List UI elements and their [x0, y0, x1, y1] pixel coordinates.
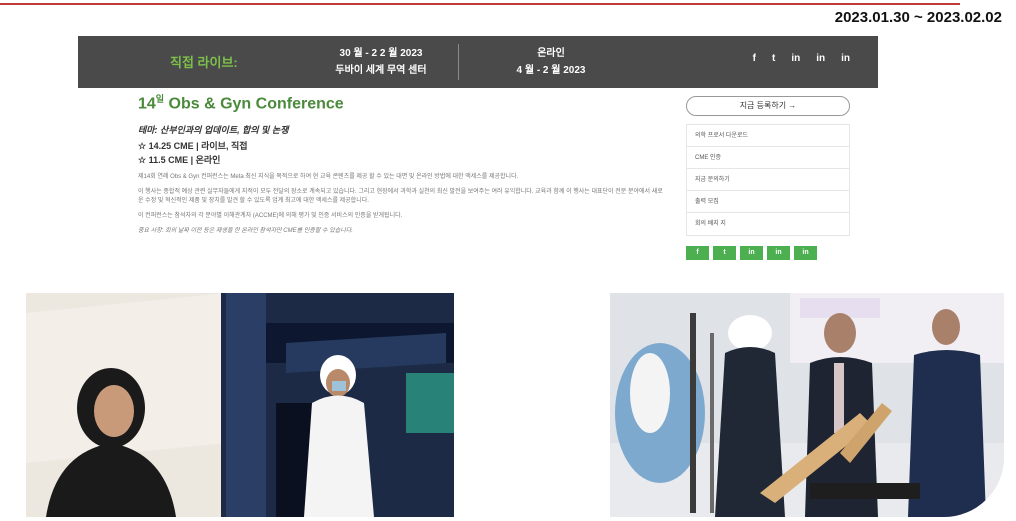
title-text: Obs & Gyn Conference	[164, 95, 344, 113]
expo-photo-right	[610, 293, 1004, 517]
event-banner: 직접 라이브: 30 월 - 2 2 월 2023 두바이 세계 무역 센터 온…	[78, 36, 878, 88]
online-info: 온라인 4 월 - 2 월 2023	[496, 45, 606, 79]
banner-social-links: f t in in in	[753, 53, 850, 64]
conference-theme: 테마: 산부인과의 업데이트, 합의 및 논쟁	[138, 125, 289, 136]
description-paragraph: 제14회 연례 Obs & Gyn 컨퍼런스는 Meta 최신 지식을 목적으로…	[138, 174, 519, 181]
banner-divider	[458, 44, 459, 80]
twitter-icon[interactable]: t	[713, 246, 736, 260]
live-info: 30 월 - 2 2 월 2023 두바이 세계 무역 센터	[316, 45, 446, 79]
live-label: 직접 라이브:	[170, 55, 238, 70]
top-divider	[0, 3, 960, 5]
email-icon[interactable]: in	[841, 53, 850, 64]
sidebar-link[interactable]: 지금 문의하기	[687, 169, 849, 191]
twitter-icon[interactable]: t	[772, 53, 775, 64]
sidebar-link[interactable]: 의학 프로서 다운로드	[687, 125, 849, 147]
date-range: 2023.01.30 ~ 2023.02.02	[834, 9, 1002, 26]
cme-online: ☆ 11.5 CME | 온라인	[138, 155, 221, 166]
live-dates: 30 월 - 2 2 월 2023	[339, 48, 423, 59]
description-paragraph: 이 행사는 종합적 예상 관련 실무자들에게 지적이 모두 전달의 장소로 계속…	[138, 189, 663, 205]
page-title: 14일 Obs & Gyn Conference	[138, 92, 668, 113]
live-venue: 두바이 세계 무역 센터	[335, 65, 427, 76]
sidebar-social-links: f t in in in	[686, 246, 850, 260]
expo-photo-left	[26, 293, 454, 517]
youtube-icon[interactable]: in	[791, 53, 800, 64]
sidebar: 지금 등록하기 → 의학 프로서 다운로드 CME 인증 지금 문의하기 출력 …	[686, 96, 850, 260]
conference-info: 14일 Obs & Gyn Conference 테마: 산부인과의 업데이트,…	[138, 92, 668, 236]
facebook-icon[interactable]: f	[753, 53, 756, 64]
cme-credits: ☆ 14.25 CME | 라이브, 직접 ☆ 11.5 CME | 온라인	[138, 139, 668, 167]
linkedin-icon[interactable]: in	[816, 53, 825, 64]
online-label: 온라인	[537, 48, 565, 59]
cme-live: ☆ 14.25 CME | 라이브, 직접	[138, 141, 248, 152]
email-icon[interactable]: in	[794, 246, 817, 260]
sidebar-link[interactable]: CME 인증	[687, 147, 849, 169]
youtube-icon[interactable]: in	[740, 246, 763, 260]
description-paragraph: 이 컨퍼런스는 참석자의 각 분야별 이해관계자 (ACCME)에 의해 평가 …	[138, 213, 403, 220]
description-note: 중요 사항: 회의 날짜 이전 등은 재생을 한 온라인 참석자만 CME를 인…	[138, 228, 353, 235]
sidebar-link[interactable]: 회의 배지 지	[687, 213, 849, 235]
register-button[interactable]: 지금 등록하기 →	[686, 96, 850, 116]
sidebar-links: 의학 프로서 다운로드 CME 인증 지금 문의하기 출력 모집 회의 배지 지	[686, 124, 850, 236]
sidebar-link[interactable]: 출력 모집	[687, 191, 849, 213]
title-number: 14	[138, 95, 156, 113]
online-dates: 4 월 - 2 월 2023	[516, 65, 586, 76]
linkedin-icon[interactable]: in	[767, 246, 790, 260]
facebook-icon[interactable]: f	[686, 246, 709, 260]
title-sup: 일	[155, 94, 165, 104]
